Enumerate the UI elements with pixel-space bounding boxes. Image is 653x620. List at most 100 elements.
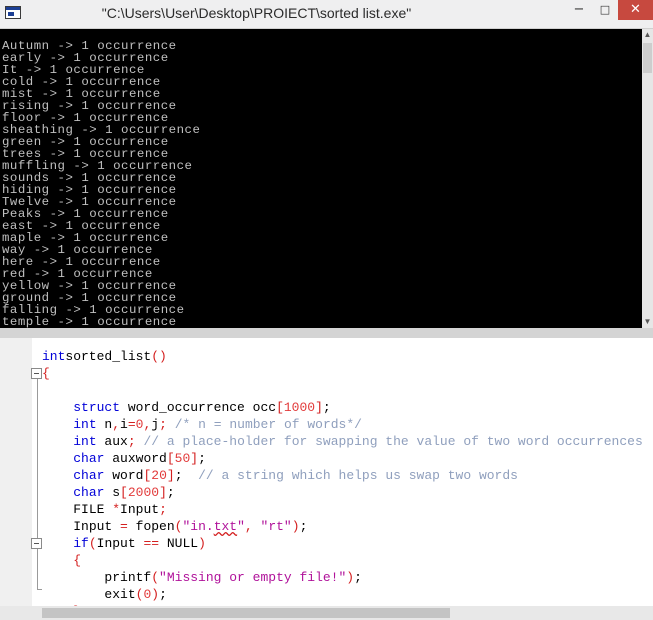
title-bar[interactable]: "C:\Users\User\Desktop\PROIECT\sorted li… [0,0,653,29]
code-token: ] [315,400,323,415]
code-token: = [127,417,136,432]
code-line[interactable]: int n,i=0,j; /* n = number of words*/ [42,416,643,433]
code-line[interactable]: char auxword[50]; [42,450,643,467]
code-token: int [42,349,66,364]
code-token: 2000 [127,485,160,500]
code-token: char [73,485,105,500]
code-token: NULL [159,536,199,551]
code-token: = [120,519,128,534]
code-token: * [112,502,121,517]
code-token: ; [174,468,199,483]
code-token: word [104,468,144,483]
code-token: ( [151,570,160,585]
code-token: Input [73,519,121,534]
code-line[interactable] [42,382,643,399]
code-token: ; [159,502,167,517]
code-line[interactable]: FILE *Input; [42,501,643,518]
code-token: [ [166,451,175,466]
console-window: "C:\Users\User\Desktop\PROIECT\sorted li… [0,0,653,338]
fold-guide-if-block [37,549,38,589]
code-token: ; [166,485,175,500]
code-line[interactable]: char s[2000]; [42,484,643,501]
close-button[interactable]: ✕ [618,0,653,20]
code-token: n [96,417,113,432]
code-token: FILE [73,502,113,517]
code-token: { [73,553,82,568]
editor-gutter [0,338,32,606]
code-token: aux [96,434,128,449]
code-token: 50 [174,451,191,466]
code-line[interactable]: if(Input == NULL) [42,535,643,552]
fold-toggle-if-block[interactable] [31,538,42,549]
code-token: ) [346,570,355,585]
code-token: ] [190,451,199,466]
scroll-down-icon[interactable]: ▼ [642,316,653,328]
code-token: ) [291,519,300,534]
code-line[interactable]: struct word_occurrence occ[1000]; [42,399,643,416]
code-line[interactable]: intsorted_list() [42,348,643,365]
fold-toggle-function[interactable] [31,368,42,379]
code-token: Input [96,536,144,551]
code-token: ; [322,400,331,415]
code-token: // a string which helps us swap two word… [198,468,518,483]
minimize-button[interactable]: − [566,0,592,20]
code-token: if [73,536,89,551]
code-token: Input [120,502,160,517]
code-line[interactable]: int aux; // a place-holder for swapping … [42,433,643,450]
window-title: "C:\Users\User\Desktop\PROIECT\sorted li… [101,5,412,21]
code-token: ] [159,485,167,500]
code-token: ; [354,570,362,585]
code-token: char [73,468,105,483]
code-line[interactable]: printf("Missing or empty file!"); [42,569,643,586]
code-line[interactable]: exit(0); [42,586,643,603]
code-token: , [244,519,253,534]
maximize-button[interactable]: □ [594,0,616,20]
code-token: sorted_list [65,349,152,364]
code-token: i [120,417,128,432]
code-token: "in. [182,519,214,534]
code-token: exit [104,587,136,602]
console-vertical-scrollbar[interactable]: ▲ ▼ [642,29,653,328]
console-lines: Autumn -> 1 occurrence early -> 1 occurre… [0,40,200,328]
code-token: , [112,417,121,432]
code-token: ) [151,587,160,602]
code-token: 1000 [283,400,316,415]
code-token: ] [166,468,175,483]
code-token: [ [120,485,128,500]
console-line: temple -> 1 occurrence [2,315,177,328]
code-token: printf [104,570,152,585]
code-line[interactable]: { [42,365,643,382]
console-output[interactable]: Autumn -> 1 occurrence early -> 1 occurre… [0,29,642,328]
code-token: ; [299,519,308,534]
code-token: /* n = number of words*/ [174,417,362,432]
scroll-up-icon[interactable]: ▲ [642,29,653,41]
code-token: { [42,366,50,381]
code-token: == [143,536,160,551]
code-line[interactable]: Input = fopen("in.txt", "rt"); [42,518,643,535]
code-token: // a place-holder for swapping the value… [143,434,643,449]
code-editor[interactable]: intsorted_list(){ struct word_occurrence… [0,338,653,620]
scroll-thumb[interactable] [643,43,652,73]
code-line[interactable]: char word[20]; // a string which helps u… [42,467,643,484]
code-token: () [151,349,167,364]
code-content[interactable]: intsorted_list(){ struct word_occurrence… [42,348,643,620]
horizontal-scroll-thumb[interactable] [42,608,450,618]
window-bottom-border [0,328,653,338]
code-token: ; [198,451,206,466]
code-token: ; [159,587,167,602]
code-token: ; [127,434,136,449]
editor-horizontal-scrollbar[interactable] [0,606,653,620]
code-line[interactable]: { [42,552,643,569]
